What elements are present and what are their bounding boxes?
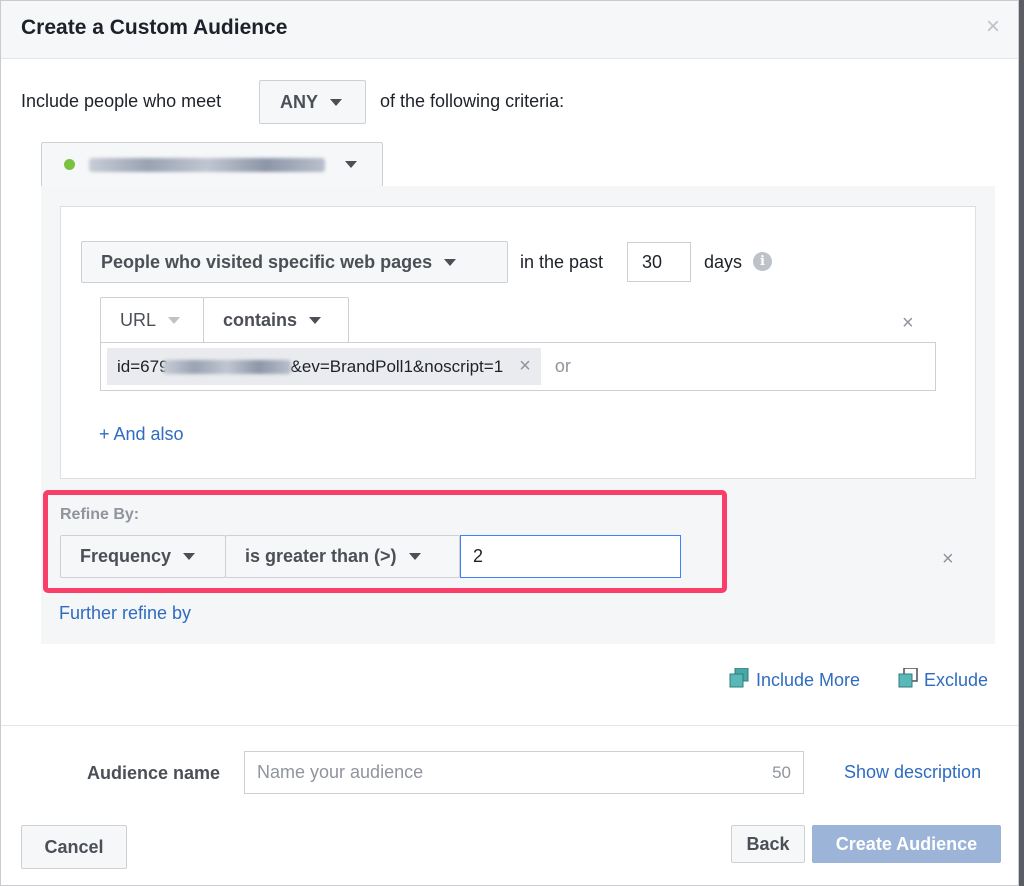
chevron-down-icon <box>168 316 181 324</box>
match-any-dropdown[interactable]: ANY <box>259 80 366 124</box>
close-icon[interactable]: × <box>986 15 1000 39</box>
criteria-prefix: Include people who meet <box>21 91 222 111</box>
create-audience-button[interactable]: Create Audience <box>812 825 1001 863</box>
url-field-dropdown[interactable]: URL <box>100 297 204 343</box>
create-custom-audience-dialog: Create a Custom Audience × Include peopl… <box>0 0 1019 886</box>
pixel-name-redacted <box>89 157 325 172</box>
match-any-value: ANY <box>280 91 319 112</box>
exclude-icon <box>898 667 918 688</box>
url-token-input[interactable]: id=679 &ev=BrandPoll1&noscript=1 × or <box>100 342 936 391</box>
and-also-link[interactable]: + And also <box>99 424 184 445</box>
operator-value: contains <box>223 309 298 330</box>
or-label: or <box>554 356 571 376</box>
event-type-dropdown[interactable]: People who visited specific web pages <box>81 241 508 283</box>
url-token-redacted <box>162 359 291 374</box>
chevron-down-icon <box>309 316 322 324</box>
info-icon[interactable]: i <box>753 252 772 271</box>
chevron-down-icon <box>444 258 457 266</box>
remove-token-icon[interactable]: × <box>519 355 531 378</box>
remove-refine-icon[interactable]: × <box>942 549 954 569</box>
pixel-status-dot <box>64 159 75 170</box>
chevron-down-icon <box>330 98 343 106</box>
operator-dropdown[interactable]: contains <box>203 297 349 343</box>
exclude-link[interactable]: Exclude <box>924 670 988 691</box>
days-label: days <box>704 252 743 272</box>
remove-url-rule-icon[interactable]: × <box>902 313 914 333</box>
footer-divider <box>1 725 1018 726</box>
url-token-prefix: id=679 <box>117 356 169 376</box>
include-more-icon <box>729 667 749 688</box>
chevron-down-icon <box>345 161 357 168</box>
back-button[interactable]: Back <box>731 825 805 863</box>
include-more-link[interactable]: Include More <box>756 670 860 691</box>
in-the-past-label: in the past <box>520 252 604 272</box>
audience-name-char-count: 50 <box>772 762 791 782</box>
dialog-header: Create a Custom Audience × <box>1 1 1018 59</box>
url-token: id=679 &ev=BrandPoll1&noscript=1 × <box>107 348 541 385</box>
event-type-value: People who visited specific web pages <box>101 251 433 272</box>
criteria-suffix: of the following criteria: <box>380 91 565 111</box>
audience-name-label: Audience name <box>87 763 221 783</box>
audience-name-placeholder: Name your audience <box>257 762 424 782</box>
url-token-suffix: &ev=BrandPoll1&noscript=1 <box>290 356 504 376</box>
show-description-link[interactable]: Show description <box>844 762 981 783</box>
audience-name-input[interactable]: Name your audience 50 <box>244 751 804 794</box>
days-input[interactable]: 30 <box>627 242 691 282</box>
further-refine-link[interactable]: Further refine by <box>59 603 191 624</box>
cancel-button[interactable]: Cancel <box>21 825 127 869</box>
url-field-value: URL <box>120 309 157 330</box>
pixel-source-dropdown[interactable] <box>41 142 383 187</box>
refine-highlight-box <box>43 490 727 593</box>
dialog-title: Create a Custom Audience <box>21 16 288 39</box>
